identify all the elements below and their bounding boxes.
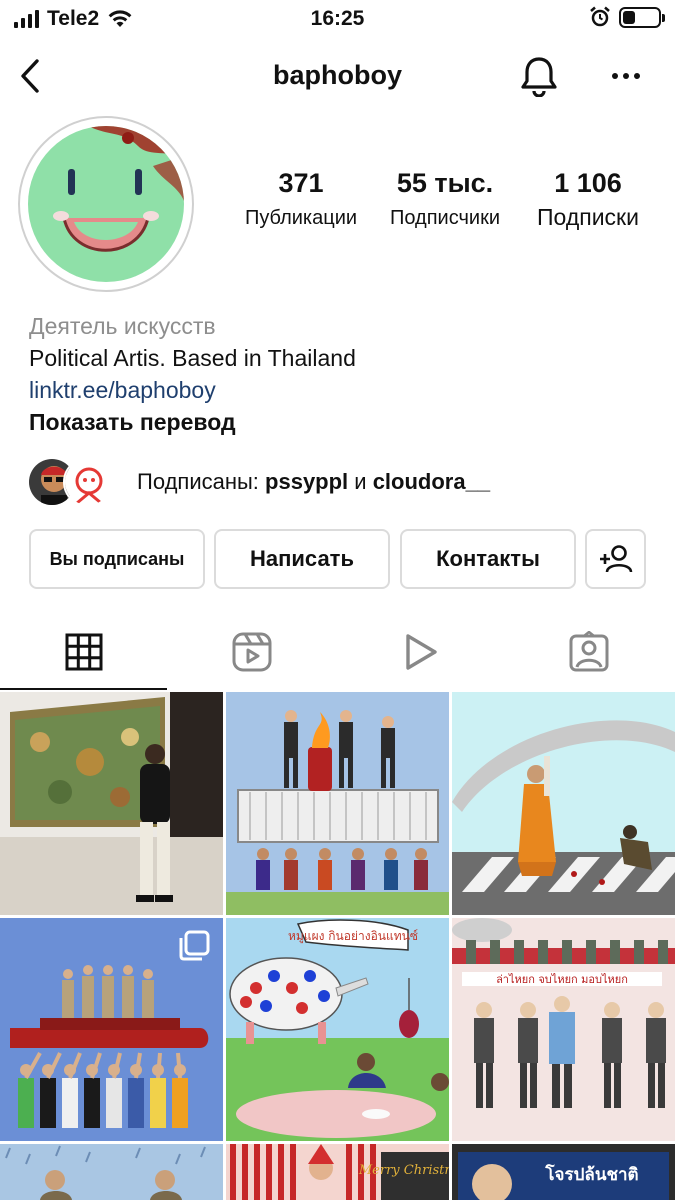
posts-stat[interactable]: 371 Публикации [236, 168, 366, 230]
sign-text: Merry Christmas [358, 1163, 449, 1178]
post-thumbnail[interactable]: Merry Christmas [226, 1144, 449, 1200]
follower-avatar-image [65, 459, 111, 505]
profile-username: baphoboy [273, 60, 402, 90]
followed-by[interactable]: Подписаны: pssyppl и cloudora__ [27, 456, 490, 508]
post-thumbnail[interactable] [0, 692, 223, 915]
contacts-button[interactable]: Контакты [400, 529, 576, 589]
posts-label: Публикации [244, 207, 358, 229]
followers-count: 55 тыс. [396, 168, 494, 198]
more-options-button[interactable] [606, 58, 646, 94]
post-thumbnail[interactable]: ล่าไหยก จบไหยก มอบไหยก [452, 918, 675, 1141]
notifications-button[interactable] [517, 54, 561, 98]
following-stat[interactable]: 1 106 Подписки [523, 168, 653, 231]
followers-label: Подписчики [389, 207, 501, 229]
grid-icon [65, 633, 103, 671]
post-image-gallery [0, 692, 223, 915]
banner-text: ล่าไหยก จบไหยก มอบไหยก [496, 973, 628, 986]
post-thumbnail[interactable]: โจรปล้นชาติ [452, 1144, 675, 1200]
followed-by-text: Подписаны: pssyppl и cloudora__ [137, 469, 490, 495]
bio: Деятель искусств Political Artis. Based … [29, 310, 649, 438]
post-image-monk-crosswalk [452, 692, 675, 915]
bio-link[interactable]: linktr.ee/baphoboy [29, 374, 649, 406]
more-icon [612, 73, 640, 79]
reels-icon [232, 632, 272, 672]
active-tab-indicator [0, 688, 167, 690]
following-label: Подписки [537, 204, 639, 230]
tv-caption: โจรปล้นชาติ [544, 1164, 638, 1185]
follower-avatar-2 [63, 457, 113, 507]
tab-videos[interactable] [395, 628, 445, 676]
show-translation-link[interactable]: Показать перевод [29, 406, 649, 438]
tagged-icon [569, 631, 609, 672]
following-count: 1 106 [554, 168, 622, 198]
post-thumbnail[interactable] [0, 1144, 223, 1200]
post-image-rain [0, 1144, 223, 1200]
suggest-users-button[interactable] [585, 529, 646, 589]
post-image-generals-on-container [226, 692, 449, 915]
alarm-icon [590, 6, 610, 27]
post-image-submarine-officials [0, 918, 223, 1141]
clock: 16:25 [310, 7, 365, 30]
follower-username-1[interactable]: pssyppl [265, 469, 348, 494]
bio-text: Political Artis. Based in Thailand [29, 345, 356, 371]
add-user-icon [599, 545, 632, 573]
status-bar: Tele2 16:25 [0, 0, 675, 40]
posts-count: 371 [278, 168, 324, 198]
profile-tabs [0, 618, 675, 690]
avatar[interactable] [28, 126, 184, 282]
bell-icon [521, 57, 557, 97]
followed-by-conjunction: и [348, 469, 373, 494]
message-button[interactable]: Написать [214, 529, 390, 589]
tab-posts-grid[interactable] [59, 628, 109, 676]
speech-bubble-text: หมูแผง กินอย่างอินแทนซ์ [288, 929, 418, 944]
post-thumbnail[interactable] [452, 692, 675, 915]
post-thumbnail[interactable] [0, 918, 223, 1141]
profile-header: baphoboy [0, 48, 675, 104]
post-image-police-line: ล่าไหยก จบไหยก มอบไหยก [452, 918, 675, 1141]
followed-by-prefix: Подписаны: [137, 469, 266, 494]
posts-grid: หมูแผง กินอย่างอินแทนซ์ ล่าไหยก จบไหยก ม… [0, 692, 675, 1200]
smiley-avatar-image [28, 126, 184, 282]
post-image-spotted-pig: หมูแผง กินอย่างอินแทนซ์ [226, 918, 449, 1141]
post-thumbnail[interactable]: หมูแผง กินอย่างอินแทนซ์ [226, 918, 449, 1141]
tab-tagged[interactable] [564, 628, 614, 676]
battery-icon [619, 6, 665, 28]
follower-username-2[interactable]: cloudora__ [373, 469, 490, 494]
post-thumbnail[interactable] [226, 692, 449, 915]
video-icon [406, 634, 437, 670]
bio-category: Деятель искусств [29, 313, 216, 339]
post-image-christmas: Merry Christmas [226, 1144, 449, 1200]
tab-reels[interactable] [227, 628, 277, 676]
followers-stat[interactable]: 55 тыс. Подписчики [380, 168, 510, 230]
following-button[interactable]: Вы подписаны [29, 529, 205, 589]
post-image-tv-screen: โจรปล้นชาติ [452, 1144, 675, 1200]
